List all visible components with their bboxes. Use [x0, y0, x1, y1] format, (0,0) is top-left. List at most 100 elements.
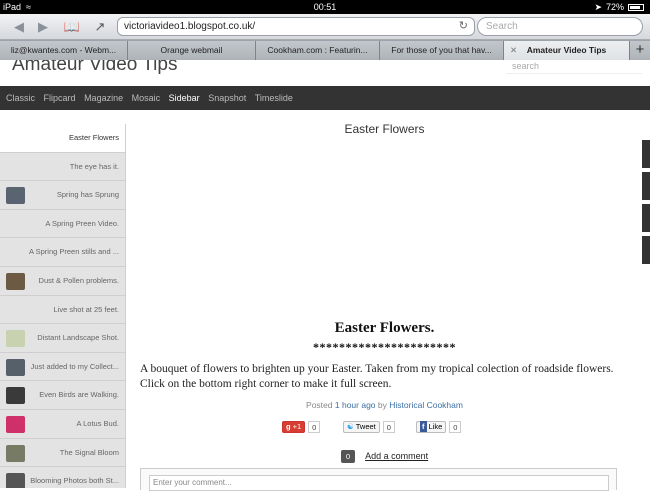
tweet-label: Tweet: [355, 422, 376, 431]
new-tab-button[interactable]: +: [630, 41, 650, 60]
view-selector: Classic Flipcard Magazine Mosaic Sidebar…: [0, 86, 650, 110]
posted-prefix: Posted: [306, 400, 333, 410]
gplus-label: +1: [292, 422, 302, 431]
post-meta: Posted 1 hour ago by Historical Cookham: [127, 400, 642, 410]
edge-tab[interactable]: [642, 236, 650, 264]
tweet-share: ☯ Tweet 0: [343, 420, 395, 433]
browser-toolbar: ◀ ▶ 📖 ↗ victoriavideo1.blogspot.co.uk/ ↻…: [0, 14, 650, 40]
battery-percent: 72%: [605, 2, 624, 12]
post-list-item[interactable]: Spring has Sprung: [0, 181, 125, 210]
post-list-label: Easter Flowers: [68, 133, 119, 142]
post-thumbnail: [6, 272, 25, 290]
post-list-item[interactable]: Dust & Pollen problems.: [0, 267, 125, 296]
view-sidebar[interactable]: Sidebar: [169, 86, 200, 110]
author-link[interactable]: Historical Cookham: [389, 400, 463, 410]
view-classic[interactable]: Classic: [6, 86, 35, 110]
add-comment-link[interactable]: Add a comment: [365, 451, 428, 461]
post-list-sidebar: Easter Flowers The eye has it. Spring ha…: [0, 124, 126, 488]
clock: 00:51: [313, 2, 337, 12]
post-list-item[interactable]: Easter Flowers: [0, 124, 125, 153]
post-list-label: Just added to my Collect...: [30, 361, 119, 371]
post-list-label: A Spring Preen Video.: [45, 218, 119, 228]
comment-input[interactable]: Enter your comment...: [149, 475, 609, 491]
post-thumbnail: [6, 473, 25, 488]
post-list-item[interactable]: Blooming Photos both St...: [0, 467, 125, 488]
tab-bar: liz@kwantes.com - Webm... Orange webmail…: [0, 40, 650, 60]
post-body: A bouquet of flowers to brighten up your…: [140, 363, 614, 390]
tweet-count: 0: [382, 420, 395, 433]
blog-title[interactable]: Amateur Video Tips: [12, 60, 177, 76]
tweet-button[interactable]: ☯ Tweet: [343, 420, 380, 433]
post-list-label: Dust & Pollen problems.: [38, 275, 119, 285]
browser-search-input[interactable]: Search: [477, 17, 643, 36]
ios-status-bar: iPad ≈ 00:51 ➤ 72%: [0, 0, 650, 14]
view-snapshot[interactable]: Snapshot: [208, 86, 246, 110]
like-share: f Like 0: [416, 420, 462, 433]
blog-header: Amateur Video Tips search: [0, 60, 650, 86]
forward-icon[interactable]: ▶: [32, 18, 54, 36]
post-list-label: A Spring Preen stills and ...: [28, 247, 119, 257]
post-list-label: Live shot at 25 feet.: [53, 304, 119, 314]
post-list-item[interactable]: Just added to my Collect...: [0, 353, 125, 382]
edge-tab[interactable]: [642, 140, 650, 168]
post-thumbnail: [6, 444, 25, 462]
facebook-icon: f: [420, 421, 427, 432]
post-list-item[interactable]: Live shot at 25 feet.: [0, 296, 125, 325]
tab-cookham[interactable]: Cookham.com : Featurin...: [256, 41, 380, 60]
post-thumbnail: [6, 187, 25, 205]
post-list-label: The eye has it.: [69, 161, 119, 171]
view-mosaic[interactable]: Mosaic: [132, 86, 161, 110]
view-magazine[interactable]: Magazine: [84, 86, 123, 110]
twitter-bird-icon: ☯: [347, 422, 354, 431]
edge-tab[interactable]: [642, 172, 650, 200]
tab-amateur-video-tips[interactable]: ✕ Amateur Video Tips: [504, 41, 630, 60]
tab-webmail[interactable]: liz@kwantes.com - Webm...: [0, 41, 128, 60]
status-right: ➤ 72%: [594, 0, 644, 14]
post-list-label: A Lotus Bud.: [76, 418, 119, 428]
post-list-item[interactable]: The eye has it.: [0, 153, 125, 182]
gplus-button[interactable]: g +1: [282, 420, 306, 433]
post-list-item[interactable]: A Spring Preen stills and ...: [0, 238, 125, 267]
close-tab-icon[interactable]: ✕: [510, 41, 517, 60]
posted-by: by: [377, 400, 387, 410]
post-thumbnail: [6, 387, 25, 405]
post-list-label: The Signal Bloom: [59, 447, 119, 457]
url-text: victoriavideo1.blogspot.co.uk/: [124, 21, 256, 32]
post-list-label: Spring has Sprung: [56, 190, 119, 200]
tab-for-those[interactable]: For those of you that hav...: [380, 41, 504, 60]
like-button[interactable]: f Like: [416, 420, 447, 433]
post-list-item[interactable]: Even Birds are Walking.: [0, 381, 125, 410]
battery-icon: [628, 3, 644, 11]
post-list-item[interactable]: A Spring Preen Video.: [0, 210, 125, 239]
post-list-item[interactable]: The Signal Bloom: [0, 439, 125, 468]
bookmarks-icon[interactable]: 📖: [61, 18, 83, 36]
post-list-label: Blooming Photos both St...: [30, 476, 119, 486]
address-bar[interactable]: victoriavideo1.blogspot.co.uk/ ↻: [117, 17, 475, 36]
tab-label: Amateur Video Tips: [526, 45, 607, 55]
back-icon[interactable]: ◀: [8, 18, 30, 36]
post-list-item[interactable]: A Lotus Bud.: [0, 410, 125, 439]
post-stars: **********************: [313, 340, 456, 354]
blog-search-input[interactable]: search: [506, 60, 642, 74]
post-list-item[interactable]: Distant Landscape Shot.: [0, 324, 125, 353]
view-flipcard[interactable]: Flipcard: [44, 86, 76, 110]
posted-time-link[interactable]: 1 hour ago: [335, 400, 376, 410]
post-thumbnail: [6, 415, 25, 433]
comment-form: Enter your comment...: [140, 468, 617, 491]
tab-orange-webmail[interactable]: Orange webmail: [128, 41, 256, 60]
reload-icon[interactable]: ↻: [459, 18, 468, 35]
post-list-label: Distant Landscape Shot.: [37, 333, 119, 343]
right-edge-controls: [642, 140, 650, 488]
like-count: 0: [449, 420, 462, 433]
post-header: Easter Flowers: [344, 122, 425, 136]
post-title: Easter Flowers.: [334, 320, 435, 336]
gplus-share: g +1 0: [282, 420, 321, 433]
location-icon: ➤: [594, 2, 602, 12]
edge-tab[interactable]: [642, 204, 650, 232]
view-timeslide[interactable]: Timeslide: [255, 86, 293, 110]
share-icon[interactable]: ↗: [89, 18, 111, 36]
post-thumbnail: [6, 330, 25, 348]
like-label: Like: [428, 422, 443, 431]
post-list-label: Even Birds are Walking.: [39, 390, 119, 400]
comments-bar: 0 Add a comment: [127, 450, 642, 463]
